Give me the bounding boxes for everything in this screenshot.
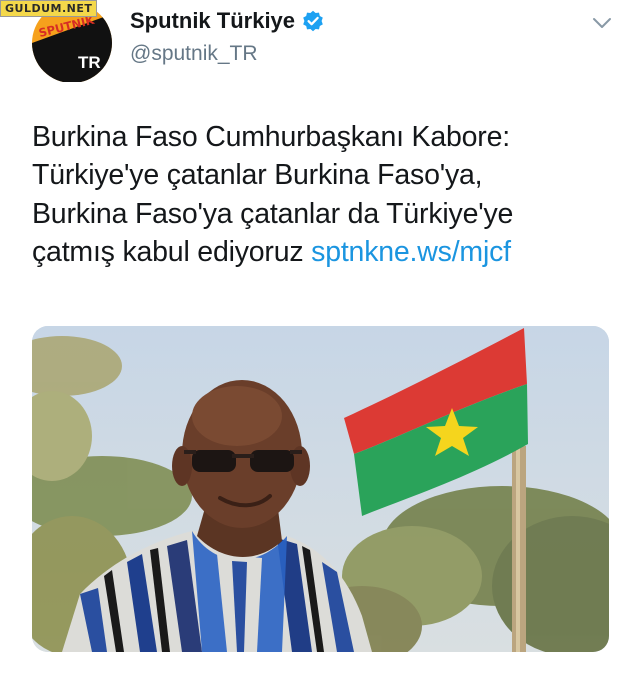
chevron-down-icon[interactable] [592,16,612,30]
avatar-region-text: TR [78,53,101,72]
tweet-line: Türkiye'ye çatanlar Burkina Faso'ya, [32,159,483,192]
account-handle[interactable]: @sputnik_TR [130,42,258,66]
tweet-line: çatmış kabul ediyoruz sptnkne.ws/mjcf [32,233,622,271]
tweet-line-text: çatmış kabul ediyoruz [32,235,312,268]
tweet-line: Burkina Faso'ya çatanlar da Türkiye'ye [32,197,514,230]
verified-badge-icon [302,10,324,32]
tweet-link[interactable]: sptnkne.ws/mjcf [311,236,511,268]
tweet-text: Burkina Faso Cumhurbaşkanı Kabore: Türki… [32,118,622,271]
tweet-photo[interactable] [32,326,609,652]
account-name-row[interactable]: Sputnik Türkiye [130,8,324,34]
tweet-line: Burkina Faso Cumhurbaşkanı Kabore: [32,121,510,153]
display-name[interactable]: Sputnik Türkiye [130,8,295,34]
watermark: GULDUM.NET [0,0,98,17]
